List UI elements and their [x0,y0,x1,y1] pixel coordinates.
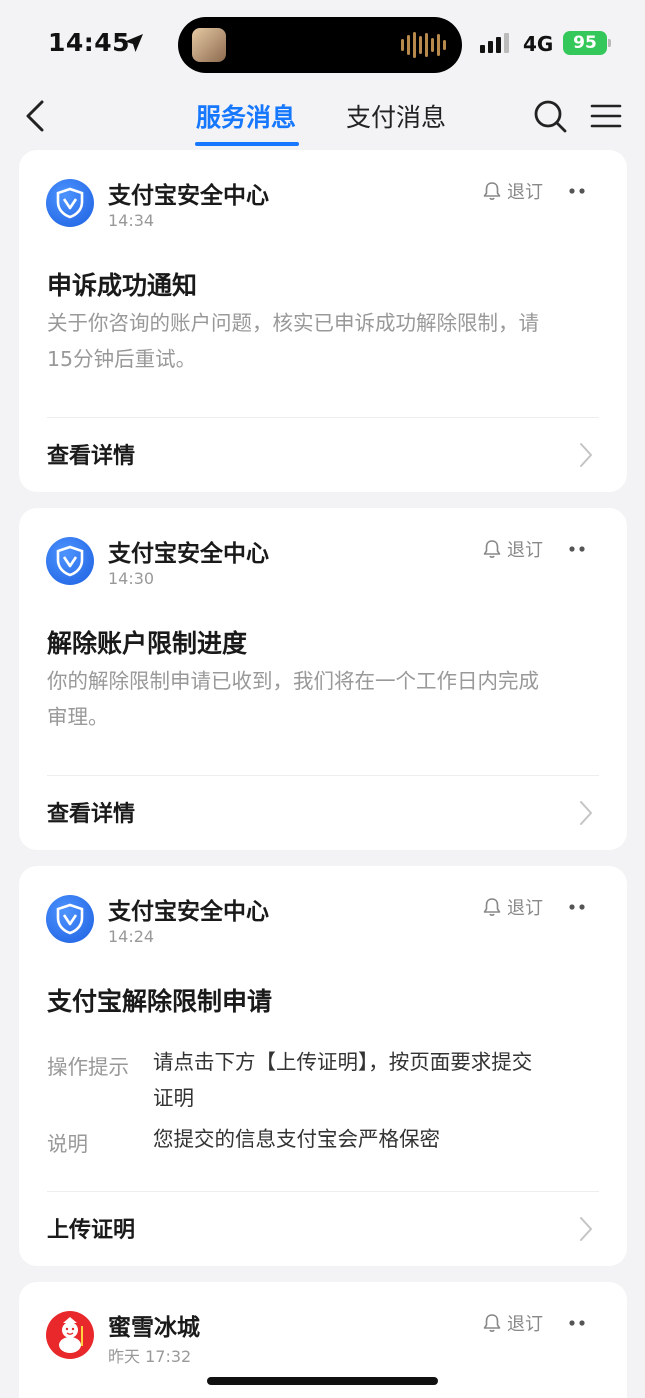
home-indicator[interactable] [207,1377,438,1385]
mixue-logo [46,1311,94,1359]
message-body-line: 你的解除限制申请已收到，我们将在一个工作日内完成 [47,669,539,693]
unsubscribe-button[interactable]: 退订 [483,894,543,920]
more-options-icon[interactable] [569,904,587,910]
unsubscribe-label: 退订 [507,1314,543,1335]
message-body: 关于你咨询的账户问题，核实已申诉成功解除限制，请 15分钟后重试。 [47,305,597,377]
location-arrow-icon [125,34,143,52]
shield-icon [56,545,84,577]
menu-icon[interactable] [590,102,622,130]
message-time: 14:34 [108,211,155,230]
card-header: 支付宝安全中心 14:34 退订 [19,150,627,240]
status-bar: 14:45 4G 95 [0,0,645,90]
detail-value-line: 请点击下方【上传证明】，按页面要求提交 [153,1050,533,1074]
audio-waveform-icon [401,31,446,59]
unsubscribe-label: 退订 [507,182,543,203]
unsubscribe-button[interactable]: 退订 [483,178,543,204]
unsubscribe-button[interactable]: 退订 [483,1310,543,1336]
screen: 14:45 4G 95 服务消息 支付消息 支付宝安全中心 14:34 退订 申… [0,0,645,1398]
message-body: 你的解除限制申请已收到，我们将在一个工作日内完成 审理。 [47,663,597,735]
bell-icon [483,1314,501,1332]
action-label: 查看详情 [47,444,136,469]
sender-name: 蜜雪冰城 [108,1315,200,1341]
now-playing-artwork [192,28,226,62]
active-tab-indicator [195,142,299,146]
battery-indicator: 95 [563,31,607,55]
view-details-button[interactable]: 查看详情 [19,418,627,492]
view-details-button[interactable]: 查看详情 [19,776,627,850]
status-time: 14:45 [48,28,131,57]
message-body-line: 关于你咨询的账户问题，核实已申诉成功解除限制，请 [47,311,539,335]
detail-key: 操作提示 [47,1055,129,1079]
alipay-security-logo [46,537,94,585]
card-header: 支付宝安全中心 14:24 退订 [19,866,627,956]
battery-cap [608,39,611,47]
tab-payment-messages[interactable]: 支付消息 [346,98,446,134]
top-nav: 服务消息 支付消息 [0,90,645,150]
action-label: 上传证明 [47,1218,136,1243]
chevron-right-icon [580,1217,592,1241]
search-icon[interactable] [532,98,568,134]
back-chevron-icon[interactable] [20,96,50,136]
message-title: 解除账户限制进度 [47,629,248,658]
bell-icon [483,182,501,200]
alipay-security-logo [46,895,94,943]
action-label: 查看详情 [47,802,136,827]
message-card: 支付宝安全中心 14:34 退订 申诉成功通知 关于你咨询的账户问题，核实已申诉… [19,150,627,492]
detail-value: 您提交的信息支付宝会严格保密 [153,1121,593,1157]
chevron-right-icon [580,443,592,467]
sender-name: 支付宝安全中心 [108,183,269,209]
alipay-security-logo [46,179,94,227]
message-body-line: 审理。 [47,705,109,729]
signal-bars-icon [480,33,509,53]
unsubscribe-button[interactable]: 退订 [483,536,543,562]
upload-proof-button[interactable]: 上传证明 [19,1192,627,1266]
unsubscribe-label: 退订 [507,540,543,561]
tab-service-messages[interactable]: 服务消息 [196,98,296,134]
more-options-icon[interactable] [569,1320,587,1326]
detail-value-line: 您提交的信息支付宝会严格保密 [153,1127,440,1151]
detail-key: 说明 [47,1132,88,1156]
unsubscribe-label: 退订 [507,898,543,919]
message-time: 14:24 [108,927,155,946]
bell-icon [483,540,501,558]
battery-level: 95 [573,33,597,53]
message-card: 支付宝安全中心 14:30 退订 解除账户限制进度 你的解除限制申请已收到，我们… [19,508,627,850]
shield-icon [56,187,84,219]
detail-value-line: 证明 [153,1086,194,1110]
more-options-icon[interactable] [569,546,587,552]
snowman-icon [59,1317,83,1353]
shield-icon [56,903,84,935]
sender-name: 支付宝安全中心 [108,541,269,567]
dynamic-island[interactable] [178,17,462,73]
message-title: 支付宝解除限制申请 [47,987,273,1016]
message-title: 申诉成功通知 [47,271,198,300]
bell-icon [483,898,501,916]
message-card: 支付宝安全中心 14:24 退订 支付宝解除限制申请 操作提示 请点击下方【上传… [19,866,627,1266]
network-type: 4G [523,32,554,56]
card-header: 蜜雪冰城 昨天 17:32 退订 [19,1282,627,1372]
message-body-line: 15分钟后重试。 [47,347,197,371]
message-time: 昨天 17:32 [108,1347,192,1366]
card-header: 支付宝安全中心 14:30 退订 [19,508,627,598]
message-time: 14:30 [108,569,155,588]
detail-value: 请点击下方【上传证明】，按页面要求提交 证明 [153,1044,593,1116]
chevron-right-icon [580,801,592,825]
sender-name: 支付宝安全中心 [108,899,269,925]
more-options-icon[interactable] [569,188,587,194]
